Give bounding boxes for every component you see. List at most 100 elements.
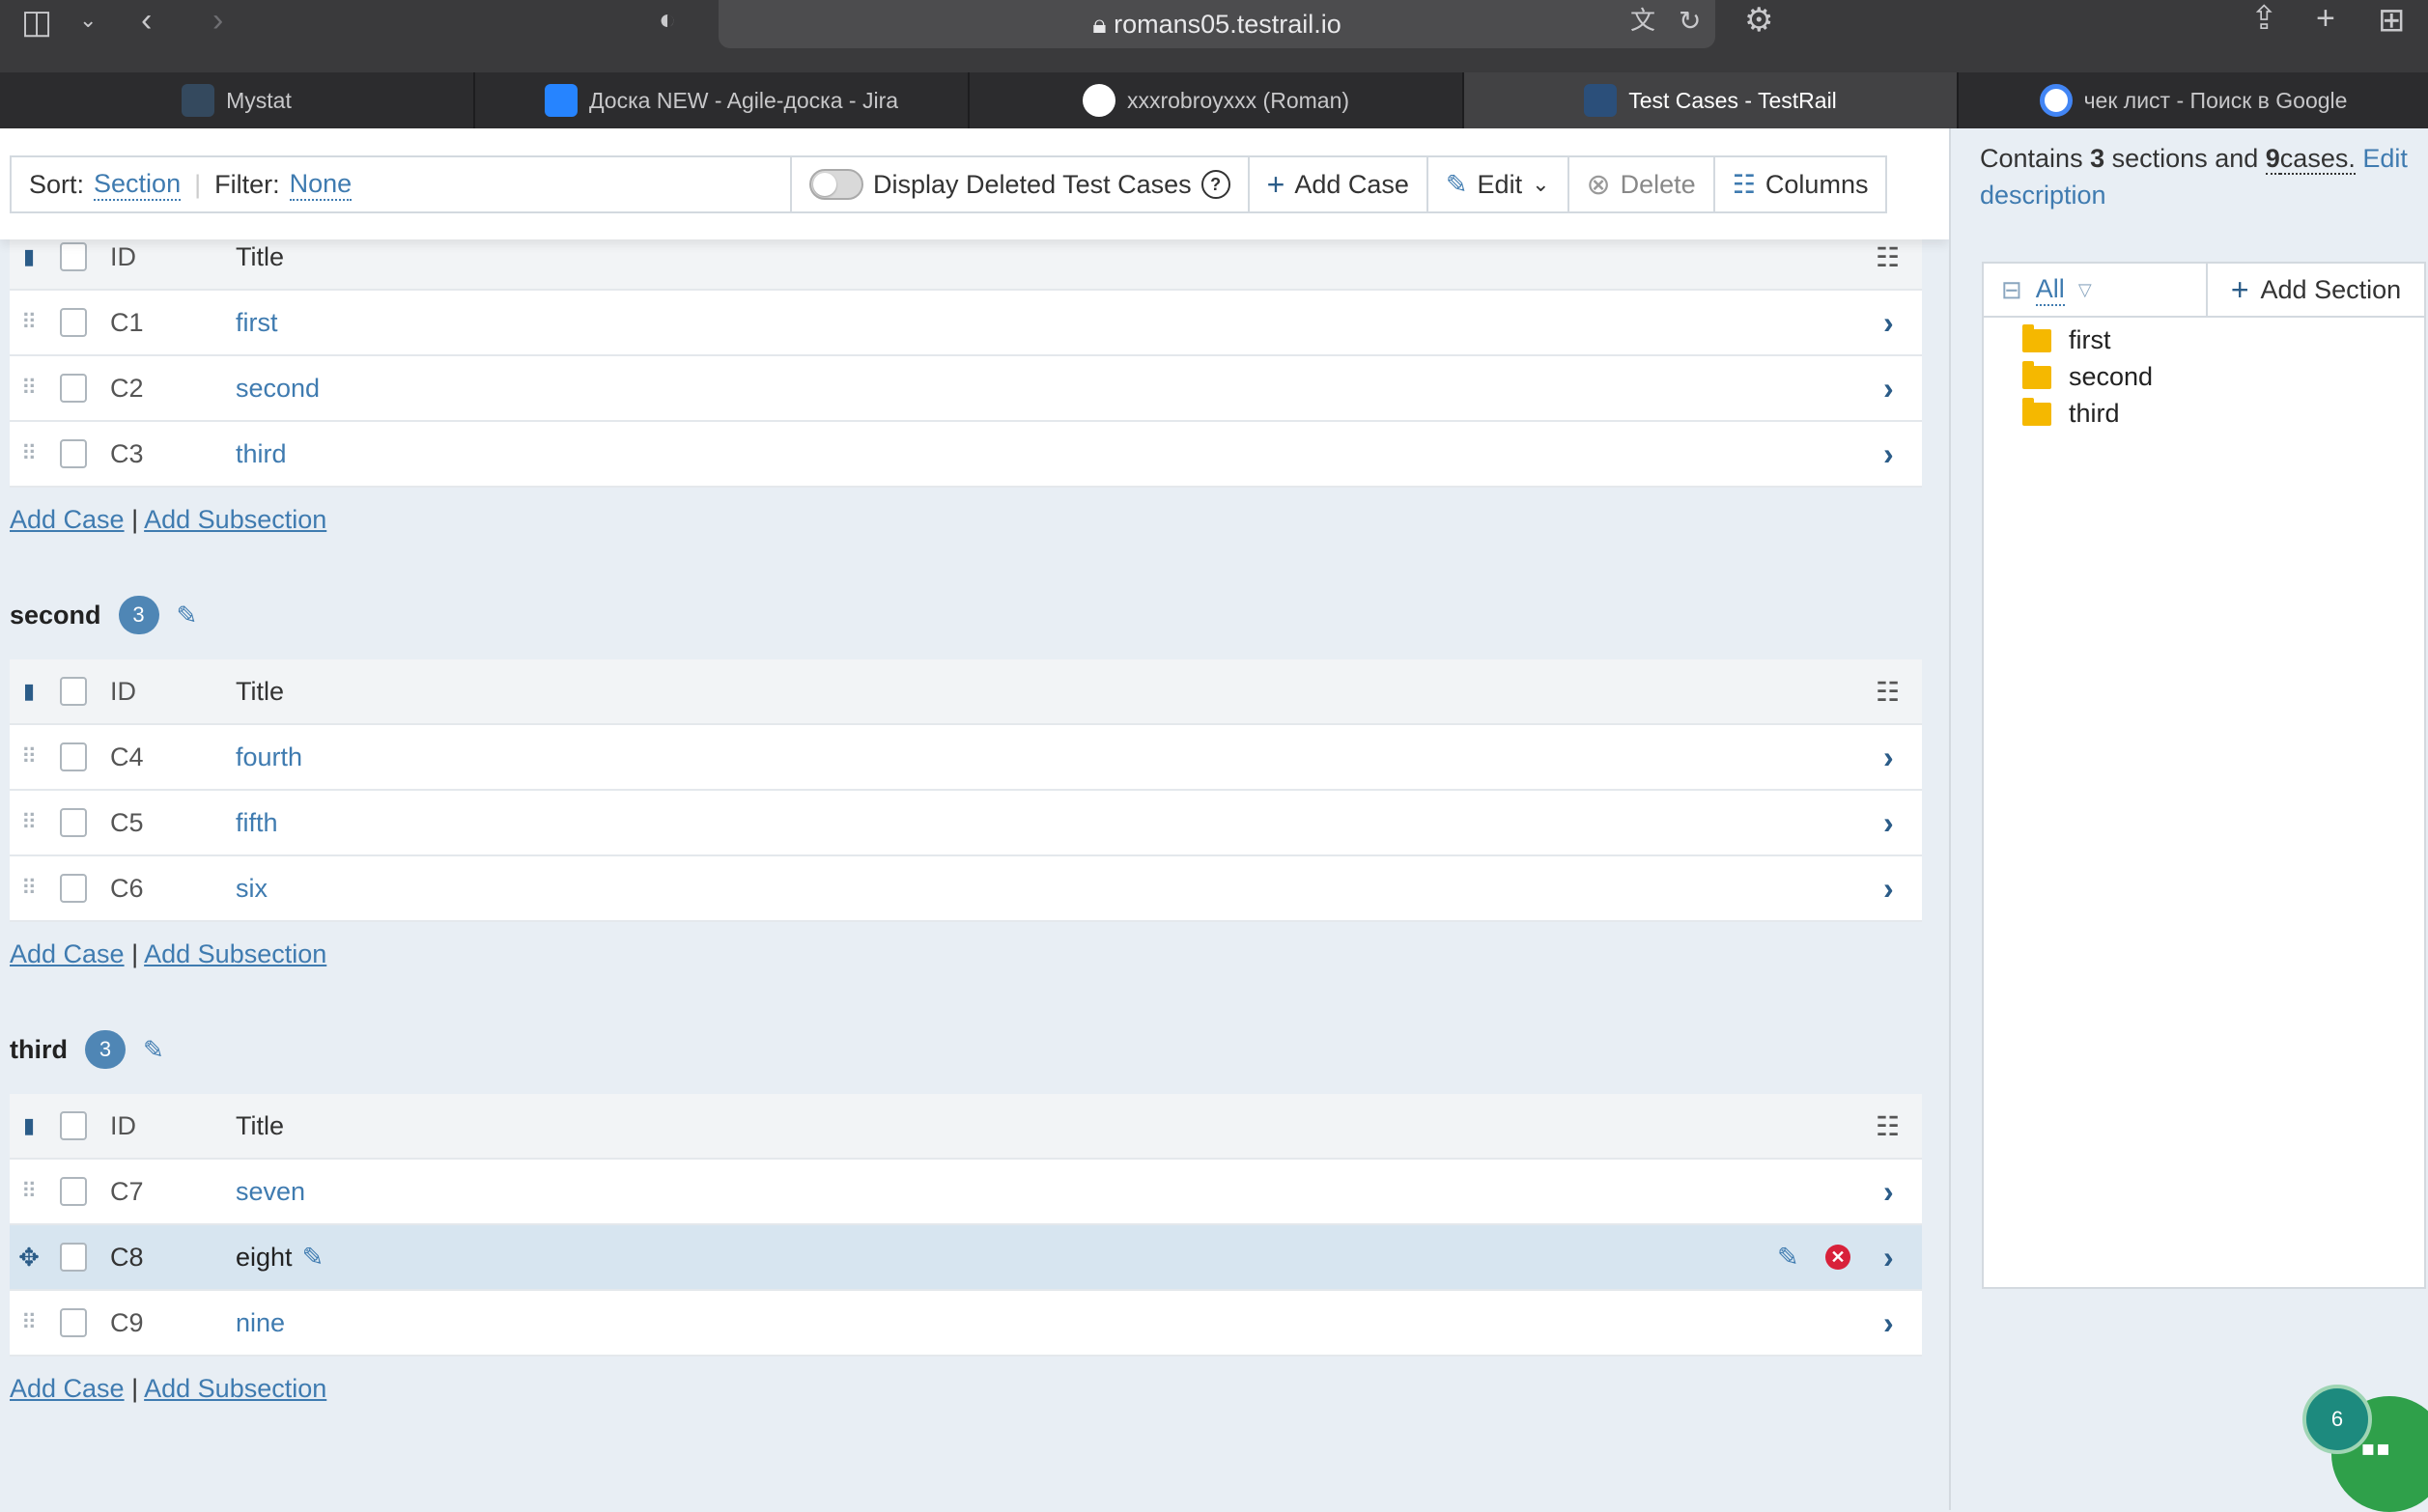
add-section-button[interactable]: + Add Section [2208,264,2424,316]
chevron-right-icon[interactable]: › [1883,1291,1894,1355]
edit-section-icon[interactable]: ✎ [143,1035,164,1065]
shield-icon[interactable]: ◐ [659,6,676,35]
back-icon[interactable]: ‹ [141,4,152,37]
add-subsection-link[interactable]: Add Subsection [144,505,326,534]
table-row[interactable]: ⠿ C6 six › [10,856,1922,922]
row-checkbox[interactable] [60,291,87,354]
gear-icon[interactable]: ⚙ [1744,4,1773,37]
tab-mystat[interactable]: Mystat [0,72,475,128]
link-separator: | [131,1374,139,1403]
chevron-right-icon[interactable]: › [1883,1225,1894,1289]
tab-google[interactable]: чек лист - Поиск в Google [1959,72,2428,128]
display-deleted-toggle[interactable] [809,169,863,200]
delete-case-icon[interactable]: ✕ [1825,1225,1850,1289]
row-checkbox[interactable] [60,725,87,789]
sort-link[interactable]: Section [94,169,182,201]
column-settings-icon[interactable]: ☷ [1876,659,1900,723]
move-icon[interactable]: ✥ [18,1225,40,1289]
case-title-link[interactable]: nine [236,1291,285,1355]
table-row[interactable]: ⠿ C4 fourth › [10,725,1922,791]
table-row-hovered[interactable]: ✥ C8 eight ✎ ✎ ✕ › [10,1225,1922,1291]
filter-label: Filter: [214,169,280,199]
select-all-checkbox[interactable] [60,659,87,723]
new-tab-icon[interactable]: + [2316,2,2335,35]
case-title-link[interactable]: fourth [236,725,302,789]
help-icon[interactable]: ? [1200,170,1230,199]
address-bar[interactable]: 🔒︎ romans05.testrail.io 文 ↻ [719,0,1715,48]
drag-handle-icon[interactable]: ⠿ [19,422,39,486]
tree-item-first[interactable]: first [2022,323,2111,355]
id-column-header[interactable]: ID [110,1094,136,1158]
edit-button[interactable]: ✎ Edit ⌄ [1428,157,1569,211]
drag-handle-icon[interactable]: ⠿ [19,356,39,420]
forward-icon[interactable]: › [212,4,223,37]
tab-jira[interactable]: Доска NEW - Agile-доска - Jira [475,72,970,128]
table-row[interactable]: ⠿ C9 nine › [10,1291,1922,1357]
drag-handle-icon[interactable]: ⠿ [19,725,39,789]
notification-badge[interactable]: 6 [2302,1385,2372,1454]
drag-handle-icon[interactable]: ⠿ [19,791,39,854]
add-case-link[interactable]: Add Case [10,505,125,534]
row-checkbox[interactable] [60,356,87,420]
delete-button[interactable]: ⊗ Delete [1569,157,1715,211]
drag-handle-icon[interactable]: ⠿ [19,1160,39,1223]
sidebar-toggle-icon[interactable]: ◫ [21,6,52,39]
folder-icon [2022,397,2051,426]
table-row[interactable]: ⠿ C2 second › [10,356,1922,422]
tab-overview-icon[interactable]: ⊞ [2378,4,2406,37]
chevron-right-icon[interactable]: › [1883,356,1894,420]
chevron-down-icon[interactable]: ⌄ [79,10,97,31]
chevron-right-icon[interactable]: › [1883,725,1894,789]
case-title-link[interactable]: first [236,291,278,354]
title-column-header[interactable]: Title [236,1094,284,1158]
case-title-link[interactable]: second [236,356,320,420]
chevron-right-icon[interactable]: › [1883,1160,1894,1223]
tab-github[interactable]: xxxrobroyxxx (Roman) [970,72,1464,128]
filter-all-link[interactable]: All [2035,274,2065,306]
table-row[interactable]: ⠿ C5 fifth › [10,791,1922,856]
table-row[interactable]: ⠿ C3 third › [10,422,1922,488]
chevron-right-icon[interactable]: › [1883,422,1894,486]
add-subsection-link[interactable]: Add Subsection [144,1374,326,1403]
edit-section-icon[interactable]: ✎ [177,601,198,630]
tree-item-second[interactable]: second [2022,360,2153,392]
id-column-header[interactable]: ID [110,659,136,723]
google-favicon-icon [2039,84,2073,117]
tree-filter[interactable]: ⊟ All ▽ [1984,264,2208,316]
column-settings-icon[interactable]: ☷ [1876,1094,1900,1158]
table-row[interactable]: ⠿ C7 seven › [10,1160,1922,1225]
drag-handle-icon[interactable]: ⠿ [19,291,39,354]
row-checkbox[interactable] [60,1291,87,1355]
row-checkbox[interactable] [60,1225,87,1289]
add-subsection-link[interactable]: Add Subsection [144,939,326,968]
translate-icon[interactable]: 文 [1630,8,1655,33]
row-checkbox[interactable] [60,422,87,486]
edit-case-icon[interactable]: ✎ [1777,1225,1799,1289]
table-row[interactable]: ⠿ C1 first › [10,291,1922,356]
drag-handle-icon[interactable]: ⠿ [19,1291,39,1355]
reload-icon[interactable]: ↻ [1679,8,1701,35]
chevron-right-icon[interactable]: › [1883,856,1894,920]
case-title-link[interactable]: fifth [236,791,278,854]
tab-testrail[interactable]: Test Cases - TestRail [1464,72,1959,128]
filter-link[interactable]: None [289,169,353,201]
title-column-header[interactable]: Title [236,659,284,723]
tree-item-third[interactable]: third [2022,397,2120,429]
chevron-right-icon[interactable]: › [1883,291,1894,354]
select-all-checkbox[interactable] [60,1094,87,1158]
row-checkbox[interactable] [60,791,87,854]
add-case-link[interactable]: Add Case [10,1374,125,1403]
chevron-right-icon[interactable]: › [1883,791,1894,854]
case-title-link[interactable]: six [236,856,268,920]
inline-edit-icon[interactable]: ✎ [302,1243,325,1273]
drag-handle-icon[interactable]: ⠿ [19,856,39,920]
share-icon[interactable]: ⇪ [2250,2,2278,35]
add-case-button[interactable]: + Add Case [1250,157,1428,211]
case-title-link[interactable]: eight [236,1243,293,1273]
row-checkbox[interactable] [60,856,87,920]
case-title-link[interactable]: third [236,422,287,486]
row-checkbox[interactable] [60,1160,87,1223]
case-title-link[interactable]: seven [236,1160,305,1223]
columns-button[interactable]: ☷ Columns [1715,157,1886,211]
add-case-link[interactable]: Add Case [10,939,125,968]
